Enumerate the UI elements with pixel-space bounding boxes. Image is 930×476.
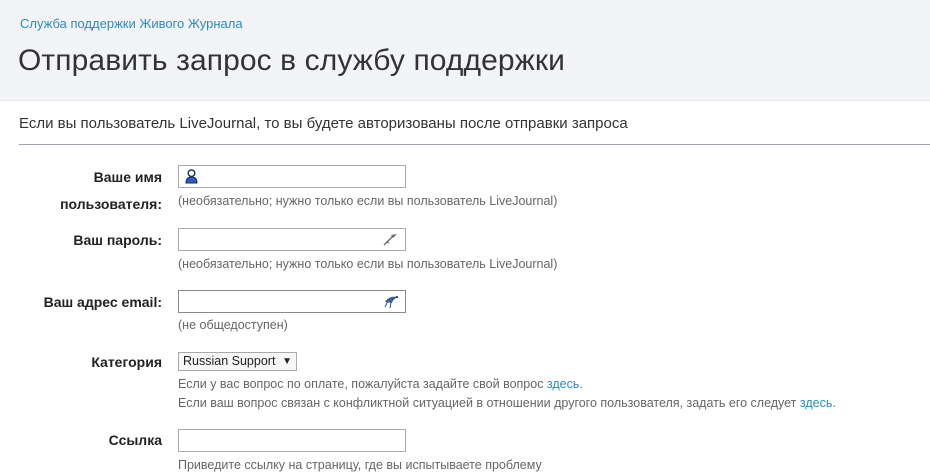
link-hint: Приведите ссылку на страницу, где вы исп…	[178, 458, 542, 472]
user-icon	[185, 169, 198, 189]
email-input[interactable]	[179, 291, 405, 312]
category-select-value: Russian Support	[183, 354, 276, 368]
category-hint-billing: Если у вас вопрос по оплате, пожалуйста …	[178, 377, 583, 391]
password-hint: (необязательно; нужно только если вы пол…	[178, 257, 558, 271]
breadcrumb-support-link[interactable]: Служба поддержки Живого Журнала	[20, 16, 243, 31]
username-field-box	[178, 165, 406, 188]
username-hint: (необязательно; нужно только если вы пол…	[178, 194, 558, 208]
category-hint-conflict-end: .	[832, 396, 836, 410]
category-select[interactable]: Russian Support ▼	[178, 352, 297, 371]
link-label: Ссылка	[108, 432, 162, 448]
username-label: Ваше имя пользователя:	[20, 164, 162, 218]
password-label: Ваш пароль:	[73, 232, 162, 248]
username-label-line1: Ваше имя	[93, 169, 162, 185]
key-icon	[383, 233, 399, 251]
password-input[interactable]	[179, 229, 405, 250]
category-hint-billing-end: .	[579, 377, 583, 391]
email-field-box	[178, 290, 406, 313]
dropdown-arrow-icon: ▼	[282, 356, 292, 367]
category-hint-billing-text: Если у вас вопрос по оплате, пожалуйста …	[178, 377, 547, 391]
link-input[interactable]	[179, 430, 405, 451]
category-hint-conflict: Если ваш вопрос связан с конфликтной сит…	[178, 396, 836, 410]
password-field-box	[178, 228, 406, 251]
billing-here-link[interactable]: здесь	[547, 377, 579, 391]
username-input[interactable]	[179, 166, 405, 187]
email-hint: (не общедоступен)	[178, 318, 288, 332]
email-label: Ваш адрес email:	[43, 294, 162, 310]
page-title: Отправить запрос в службу поддержки	[18, 44, 565, 77]
bird-icon	[383, 293, 401, 314]
divider	[19, 144, 930, 145]
link-field-box	[178, 429, 406, 452]
conflict-here-link[interactable]: здесь	[800, 396, 832, 410]
category-hint-conflict-text: Если ваш вопрос связан с конфликтной сит…	[178, 396, 800, 410]
category-label: Категория	[91, 354, 162, 370]
username-label-line2: пользователя:	[60, 196, 162, 212]
intro-text: Если вы пользователь LiveJournal, то вы …	[19, 115, 628, 132]
